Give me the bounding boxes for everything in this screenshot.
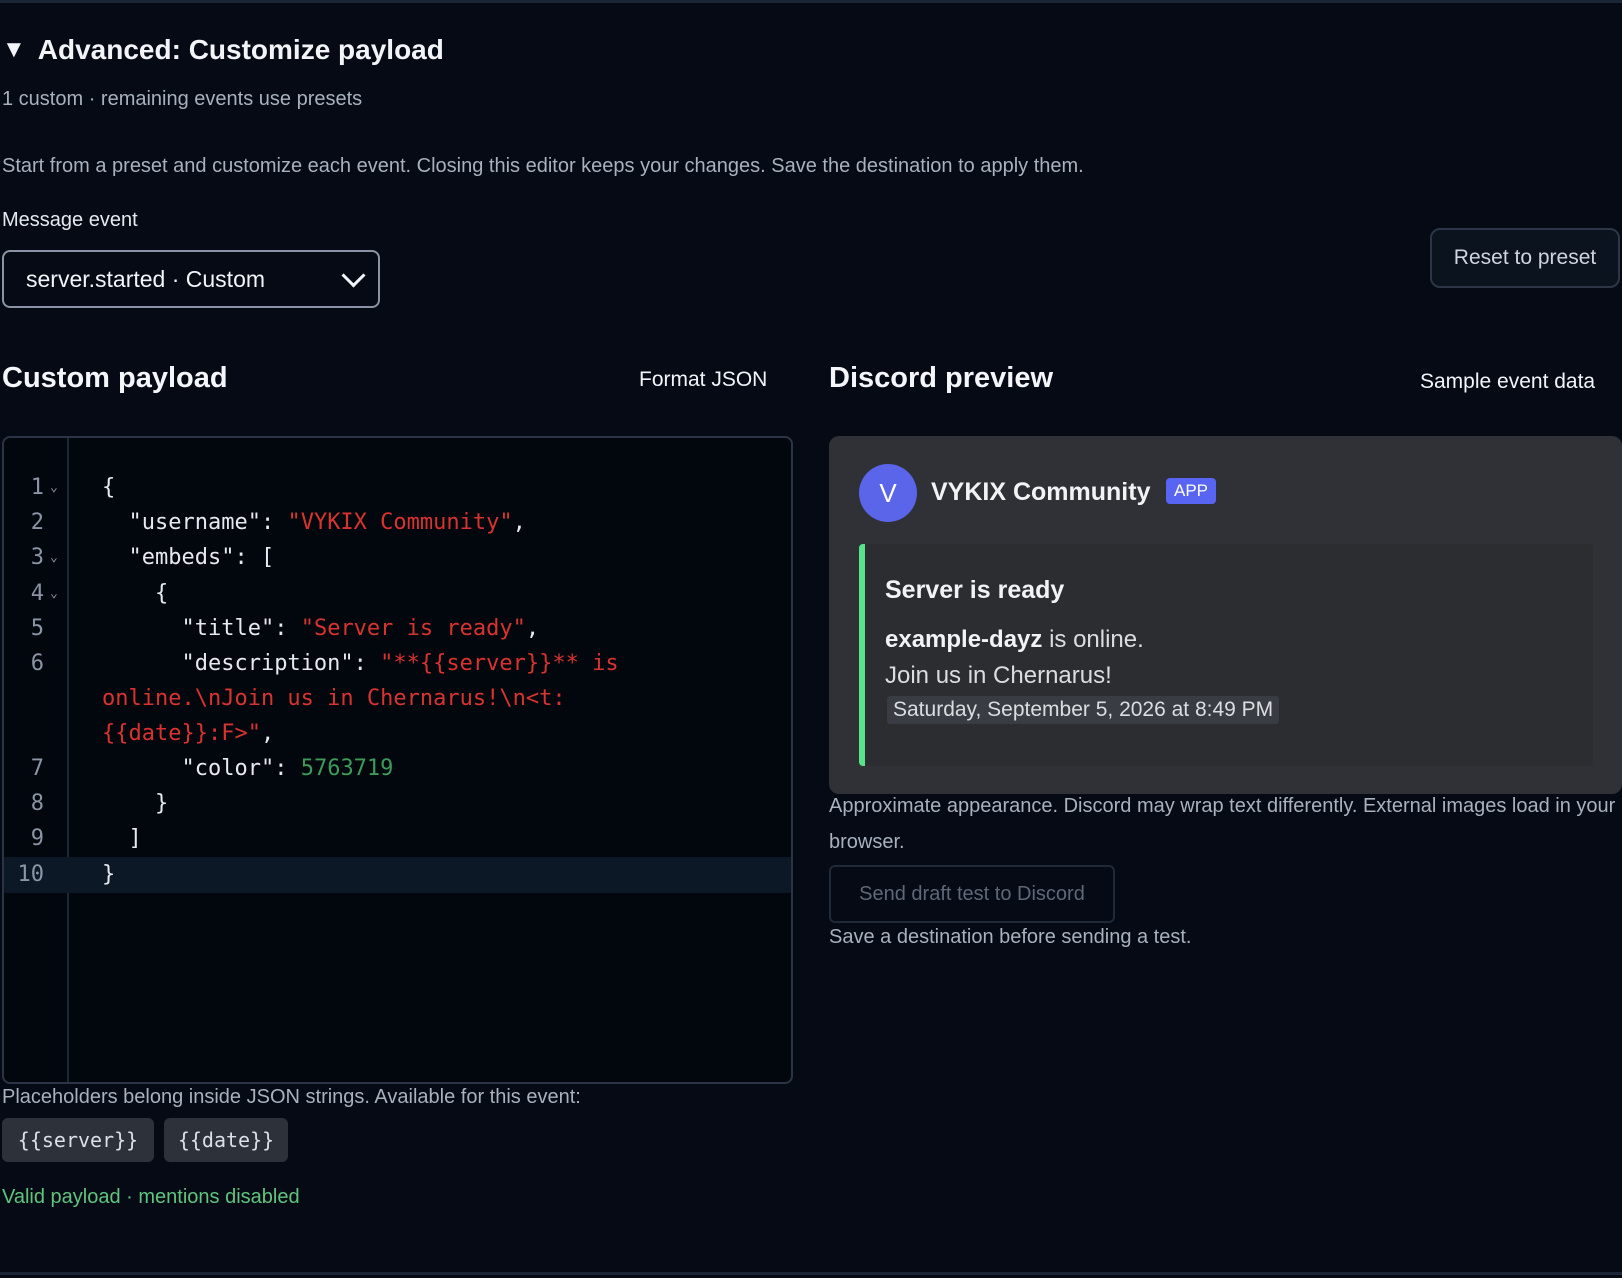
code-line[interactable]: 5 "title": "Server is ready",: [4, 611, 791, 647]
custom-summary: 1 custom · remaining events use presets: [2, 88, 363, 110]
placeholder-chip-date[interactable]: {{date}}: [164, 1118, 288, 1162]
line-number: 4: [30, 581, 44, 606]
code-token: "Server is ready": [300, 616, 526, 641]
fold-chevron-icon[interactable]: ⌄: [50, 470, 58, 506]
code-token: {{date}}:F>": [102, 721, 261, 746]
message-event-value: server.started · Custom: [26, 265, 266, 292]
line-number: 10: [17, 862, 45, 887]
code-text: "color": 5763719: [102, 751, 393, 787]
preview-note: Approximate appearance. Discord may wrap…: [829, 795, 1616, 853]
code-text: }: [102, 786, 168, 822]
line-number: 2: [30, 510, 44, 535]
code-token: "description":: [181, 651, 381, 676]
code-line[interactable]: 9 ]: [4, 821, 791, 857]
placeholder-chip-server[interactable]: {{server}}: [2, 1118, 154, 1162]
line-number: 6: [30, 651, 44, 676]
code-line[interactable]: 1 ⌄ {: [4, 470, 791, 506]
placeholders-note: Placeholders belong inside JSON strings.…: [2, 1086, 581, 1108]
line-number: 7: [30, 756, 44, 781]
code-token: "VYKIX Community": [287, 510, 513, 535]
bottom-divider: [0, 1272, 1622, 1275]
embed-join-text: Join us in Chernarus!: [885, 662, 1112, 689]
code-text: {: [102, 576, 168, 612]
code-token: online.\nJoin us in Chernarus!\n<t:: [102, 686, 566, 711]
code-text: "username": "VYKIX Community",: [102, 505, 526, 541]
message-event-label: Message event: [2, 209, 138, 231]
app-badge: APP: [1166, 478, 1217, 504]
embed-title: Server is ready: [885, 576, 1065, 604]
fold-chevron-icon[interactable]: ⌄: [50, 540, 58, 576]
embed-online-text: is online.: [1042, 626, 1144, 653]
code-line[interactable]: 4 ⌄ {: [4, 576, 791, 612]
code-token: ,: [525, 616, 540, 641]
code-text: online.\nJoin us in Chernarus!\n<t:: [102, 681, 566, 717]
embed-timestamp: Saturday, September 5, 2026 at 8:49 PM: [887, 696, 1280, 724]
line-number: 5: [30, 616, 44, 641]
code-text: "title": "Server is ready",: [102, 611, 539, 647]
message-event-select[interactable]: server.started · Custom: [2, 250, 380, 308]
sample-event-data-button[interactable]: Sample event data: [1420, 370, 1595, 394]
code-token: {: [102, 475, 116, 500]
code-token: }: [102, 862, 116, 887]
code-token: "title":: [181, 616, 301, 641]
line-number: 3: [30, 545, 44, 570]
disclosure-triangle-icon: ▼: [2, 36, 26, 63]
code-token: "**{{server}}** is: [380, 651, 619, 676]
validation-status: Valid payload · mentions disabled: [2, 1186, 300, 1208]
send-draft-test-button[interactable]: Send draft test to Discord: [829, 865, 1115, 923]
embed-card: Server is ready example-dayz is online. …: [859, 544, 1593, 766]
code-text: ]: [102, 821, 142, 857]
save-destination-note: Save a destination before sending a test…: [829, 926, 1192, 948]
code-text: {{date}}:F>",: [102, 716, 274, 752]
reset-to-preset-button[interactable]: Reset to preset: [1430, 228, 1620, 288]
format-json-button[interactable]: Format JSON: [639, 368, 767, 392]
bot-name: VYKIX Community: [931, 478, 1151, 506]
code-token: }: [154, 791, 169, 816]
code-line[interactable]: 6 "description": "**{{server}}** is: [4, 646, 791, 682]
code-token: {: [154, 581, 169, 606]
embed-description: example-dayz is online. Join us in Chern…: [885, 622, 1144, 694]
top-divider: [0, 0, 1622, 3]
code-token: ]: [128, 826, 142, 851]
code-text: {: [102, 470, 115, 506]
embed-server-name: example-dayz: [885, 626, 1043, 653]
code-token: 5763719: [300, 756, 394, 781]
code-line[interactable]: 8 }: [4, 786, 791, 822]
code-token: "embeds": [: [128, 545, 275, 570]
custom-payload-heading: Custom payload: [2, 362, 228, 394]
section-title: Advanced: Customize payload: [37, 34, 444, 65]
discord-preview-heading: Discord preview: [829, 362, 1054, 394]
code-line[interactable]: {{date}}:F>",: [4, 716, 791, 752]
json-editor[interactable]: 1 ⌄{2 "username": "VYKIX Community", 3 ⌄ "e…: [2, 436, 793, 1084]
code-text: "description": "**{{server}}** is: [102, 646, 619, 682]
code-token: ,: [260, 721, 275, 746]
discord-message-preview: V VYKIX Community APP Server is ready ex…: [829, 436, 1622, 794]
code-token: "color":: [181, 756, 301, 781]
avatar: V: [859, 464, 917, 522]
line-number: 1: [30, 475, 44, 500]
code-token: ,: [512, 510, 526, 535]
code-line[interactable]: 7 "color": 5763719: [4, 751, 791, 787]
fold-chevron-icon[interactable]: ⌄: [50, 576, 58, 612]
code-text: }: [102, 857, 115, 893]
code-line[interactable]: 10}: [4, 857, 791, 893]
intro-text: Start from a preset and customize each e…: [2, 155, 1084, 177]
customize-payload-toggle[interactable]: ▼ Advanced: Customize payload: [2, 34, 444, 66]
code-line[interactable]: 2 "username": "VYKIX Community",: [4, 505, 791, 541]
line-number: 9: [30, 826, 44, 851]
chevron-down-icon: [341, 262, 366, 288]
code-text: "embeds": [: [102, 540, 275, 576]
code-line[interactable]: 3 ⌄ "embeds": [: [4, 540, 791, 576]
line-number: 8: [30, 791, 44, 816]
code-line[interactable]: online.\nJoin us in Chernarus!\n<t:: [4, 681, 791, 717]
code-token: "username":: [128, 510, 288, 535]
